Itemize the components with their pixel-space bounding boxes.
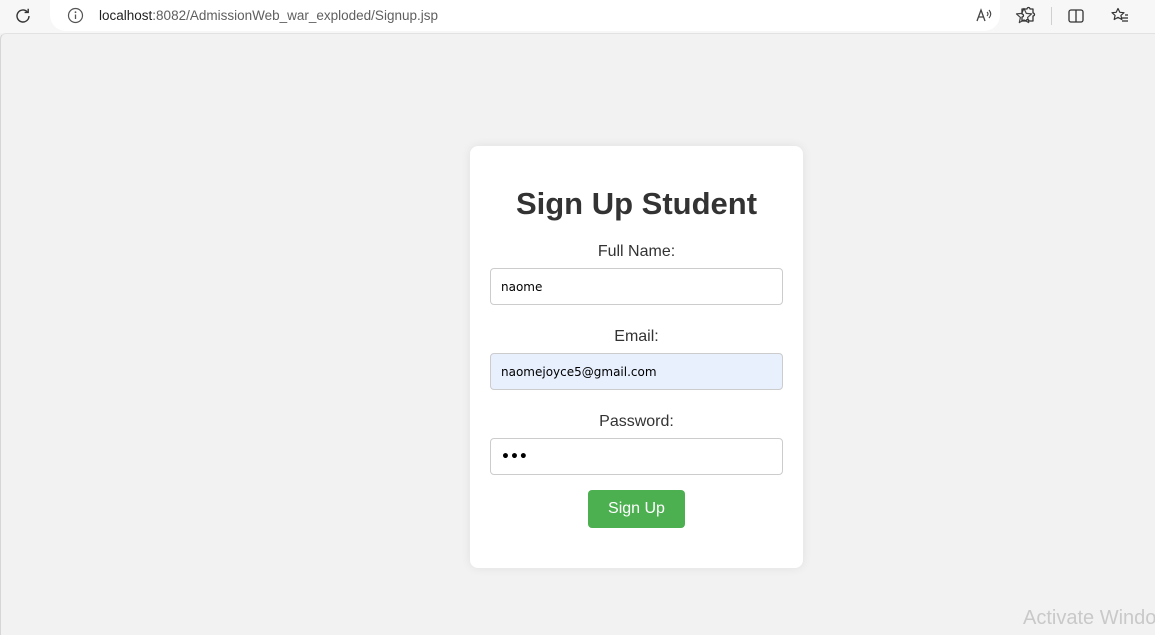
sign-up-button[interactable]: Sign Up bbox=[588, 490, 685, 528]
url-host: localhost bbox=[99, 8, 153, 23]
address-bar[interactable]: localhost:8082/AdmissionWeb_war_exploded… bbox=[50, 0, 1033, 31]
password-label: Password: bbox=[599, 413, 674, 430]
signup-card: Sign Up Student Full Name: naome Email: … bbox=[470, 146, 803, 568]
split-screen-icon[interactable] bbox=[1066, 6, 1086, 26]
extensions-icon[interactable] bbox=[1017, 6, 1037, 26]
page-title: Sign Up Student bbox=[515, 186, 758, 221]
info-icon[interactable] bbox=[67, 7, 84, 24]
toolbar-divider bbox=[1051, 7, 1052, 25]
read-aloud-icon[interactable] bbox=[974, 6, 994, 26]
url-text[interactable]: localhost:8082/AdmissionWeb_war_exploded… bbox=[99, 8, 438, 23]
activate-windows-watermark: Activate Windo bbox=[1023, 607, 1155, 629]
email-input[interactable]: naomejoyce5@gmail.com bbox=[490, 353, 783, 390]
password-input[interactable]: ••• bbox=[490, 438, 783, 475]
url-path: :8082/AdmissionWeb_war_exploded/Signup.j… bbox=[152, 8, 438, 23]
full-name-label: Full Name: bbox=[597, 243, 676, 260]
browser-toolbar: localhost:8082/AdmissionWeb_war_exploded… bbox=[0, 0, 1155, 33]
reload-icon[interactable] bbox=[12, 5, 34, 27]
favorites-icon[interactable] bbox=[1110, 6, 1130, 26]
email-label: Email: bbox=[614, 328, 659, 345]
full-name-input[interactable]: naome bbox=[490, 268, 783, 305]
